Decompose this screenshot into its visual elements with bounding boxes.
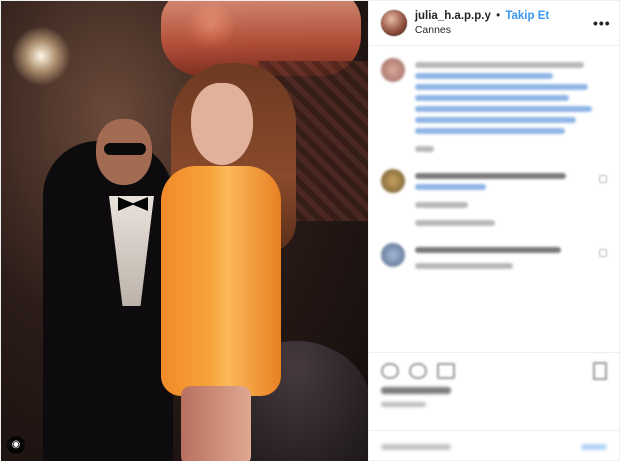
comment-row xyxy=(380,169,607,231)
camera-icon[interactable]: ◉ xyxy=(7,436,25,454)
avatar[interactable] xyxy=(380,243,405,267)
woman-face xyxy=(191,83,253,165)
post-photo[interactable]: ◉ xyxy=(1,1,368,461)
heart-icon[interactable] xyxy=(380,363,399,379)
blurred-line xyxy=(414,184,487,190)
comment-text-blurred xyxy=(414,243,593,274)
bookmark-icon[interactable] xyxy=(593,362,607,380)
comments-area xyxy=(369,46,619,352)
location-link[interactable]: Cannes xyxy=(415,24,593,37)
post-comment-button-blurred[interactable] xyxy=(581,443,607,450)
blurred-line xyxy=(414,95,569,101)
blurred-line xyxy=(414,62,584,68)
username-link[interactable]: julia_h.a.p.p.y xyxy=(415,10,491,22)
follow-button[interactable]: Takip Et xyxy=(505,10,549,22)
caption-text-blurred xyxy=(414,58,607,157)
header-line: julia_h.a.p.p.y • Takip Et xyxy=(415,10,593,24)
add-comment-bar xyxy=(368,430,619,461)
avatar[interactable] xyxy=(380,10,407,36)
comment-row xyxy=(380,243,607,274)
blurred-line xyxy=(414,173,567,179)
blurred-line xyxy=(414,106,592,112)
comment-icon[interactable] xyxy=(408,363,427,379)
share-icon[interactable] xyxy=(436,363,455,379)
timestamp-blurred xyxy=(380,402,426,407)
avatar[interactable] xyxy=(380,169,405,193)
sunglasses xyxy=(104,143,146,155)
blurred-line xyxy=(414,247,561,253)
man-figure xyxy=(43,141,173,461)
comment-text-blurred xyxy=(414,169,593,231)
post-header: julia_h.a.p.p.y • Takip Et Cannes ••• xyxy=(368,1,619,46)
blurred-line xyxy=(414,202,469,208)
orange-dress xyxy=(161,166,281,396)
avatar[interactable] xyxy=(380,58,405,82)
blurred-line xyxy=(414,84,588,90)
header-info: julia_h.a.p.p.y • Takip Et Cannes xyxy=(415,10,593,36)
separator-dot: • xyxy=(496,9,501,22)
like-comment-icon[interactable] xyxy=(599,175,607,183)
post-actions xyxy=(368,352,619,430)
light-glow xyxy=(11,26,71,86)
likes-count-blurred[interactable] xyxy=(380,387,451,394)
blurred-line xyxy=(414,263,513,269)
blurred-line xyxy=(414,146,435,152)
blurred-line xyxy=(414,117,577,123)
instagram-post: ◉ julia_h.a.p.p.y • Takip Et Cannes ••• xyxy=(0,0,620,461)
more-options-icon[interactable]: ••• xyxy=(593,15,610,31)
blurred-line xyxy=(414,73,554,79)
action-row xyxy=(380,361,607,381)
woman-legs xyxy=(181,386,251,461)
like-comment-icon[interactable] xyxy=(599,249,607,257)
blurred-line xyxy=(414,128,565,134)
comment-input-blurred[interactable] xyxy=(380,443,451,450)
blurred-line xyxy=(414,220,495,226)
caption-row xyxy=(380,58,607,157)
post-side-panel: julia_h.a.p.p.y • Takip Et Cannes ••• xyxy=(367,1,619,461)
